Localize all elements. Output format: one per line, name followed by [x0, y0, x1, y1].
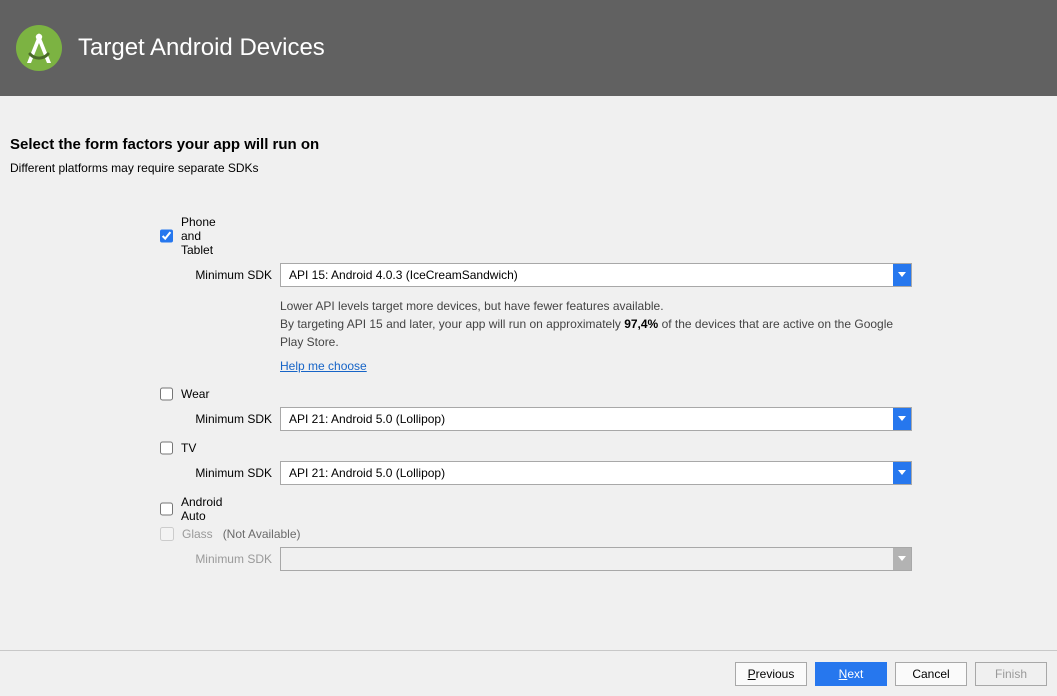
wear-label: Wear [181, 387, 209, 401]
glass-min-sdk-combo [280, 547, 912, 571]
wizard-body: Select the form factors your app will ru… [0, 96, 1057, 650]
wear-checkbox[interactable] [160, 387, 173, 401]
android-auto-label: Android Auto [181, 495, 222, 523]
tv-min-sdk-dropdown-button[interactable] [893, 462, 911, 484]
wizard-header: Target Android Devices [0, 0, 1057, 96]
glass-min-sdk-label: Minimum SDK [10, 552, 280, 566]
wear-min-sdk-dropdown-button[interactable] [893, 408, 911, 430]
form-factors-form: Phone and Tablet Minimum SDK API 15: And… [10, 215, 1047, 571]
wear-min-sdk-value: API 21: Android 5.0 (Lollipop) [281, 408, 893, 430]
cancel-button[interactable]: Cancel [895, 662, 967, 686]
phone-api-hint: Lower API levels target more devices, bu… [280, 297, 912, 375]
wizard-title: Target Android Devices [78, 34, 325, 62]
phone-tablet-checkbox[interactable] [160, 229, 173, 243]
phone-min-sdk-value: API 15: Android 4.0.3 (IceCreamSandwich) [281, 264, 893, 286]
previous-button[interactable]: Previous [735, 662, 807, 686]
glass-not-available: (Not Available) [223, 527, 301, 541]
phone-min-sdk-dropdown-button[interactable] [893, 264, 911, 286]
wear-min-sdk-combo[interactable]: API 21: Android 5.0 (Lollipop) [280, 407, 912, 431]
android-studio-icon [14, 23, 64, 73]
finish-button: Finish [975, 662, 1047, 686]
wizard-footer: Previous Next Cancel Finish [0, 650, 1057, 696]
tv-checkbox[interactable] [160, 441, 173, 455]
tv-min-sdk-combo[interactable]: API 21: Android 5.0 (Lollipop) [280, 461, 912, 485]
main-heading: Select the form factors your app will ru… [10, 136, 1047, 153]
chevron-down-icon [898, 416, 906, 422]
help-me-choose-link[interactable]: Help me choose [280, 357, 367, 375]
phone-min-sdk-combo[interactable]: API 15: Android 4.0.3 (IceCreamSandwich) [280, 263, 912, 287]
next-button[interactable]: Next [815, 662, 887, 686]
wear-min-sdk-label: Minimum SDK [10, 412, 280, 426]
phone-tablet-label: Phone and Tablet [181, 215, 216, 257]
tv-label: TV [181, 441, 196, 455]
chevron-down-icon [898, 556, 906, 562]
chevron-down-icon [898, 272, 906, 278]
chevron-down-icon [898, 470, 906, 476]
tv-min-sdk-value: API 21: Android 5.0 (Lollipop) [281, 462, 893, 484]
tv-min-sdk-label: Minimum SDK [10, 466, 280, 480]
glass-min-sdk-dropdown-button [893, 548, 911, 570]
phone-min-sdk-label: Minimum SDK [10, 268, 280, 282]
glass-label: Glass [182, 527, 213, 541]
sub-heading: Different platforms may require separate… [10, 161, 1047, 175]
wizard-window: Target Android Devices Select the form f… [0, 0, 1057, 696]
glass-min-sdk-value [281, 548, 893, 570]
android-auto-checkbox[interactable] [160, 502, 173, 516]
glass-checkbox [160, 527, 174, 541]
